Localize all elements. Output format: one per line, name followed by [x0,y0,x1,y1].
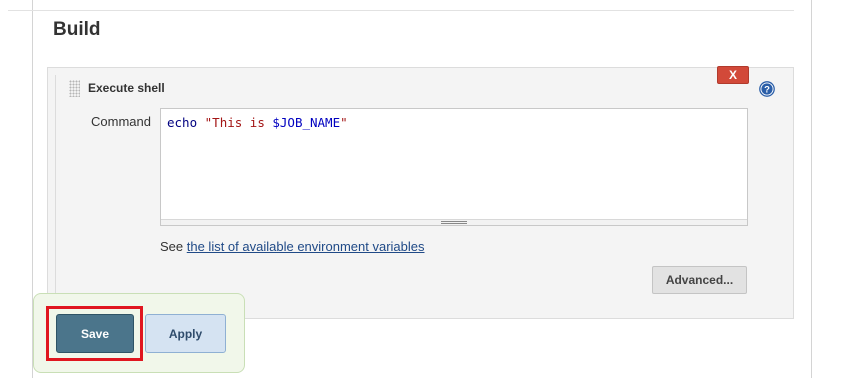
env-vars-hint: See the list of available environment va… [160,239,425,254]
drag-handle-icon[interactable] [69,80,80,97]
section-divider [8,10,794,11]
command-keyword: echo [167,115,198,130]
command-variable: $JOB_NAME [272,115,341,130]
env-vars-link[interactable]: the list of available environment variab… [187,239,425,254]
command-string-close: " [340,115,348,130]
section-title: Build [53,19,101,40]
command-text: echo "This is $JOB_NAME" [167,115,348,130]
save-highlight-box [46,306,143,361]
command-string-open: "This is [204,115,273,130]
command-textarea[interactable]: echo "This is $JOB_NAME" [160,108,748,226]
svg-text:?: ? [764,84,770,95]
help-icon[interactable]: ? [759,81,775,97]
resize-grip-icon [441,221,467,224]
step-panel-edge [55,75,56,315]
build-step-title: Execute shell [88,81,165,95]
command-space [197,115,205,130]
hint-prefix: See [160,239,187,254]
delete-step-button[interactable]: X [717,66,749,84]
command-label: Command [91,114,151,129]
advanced-button[interactable]: Advanced... [652,266,747,294]
apply-button[interactable]: Apply [145,314,226,353]
textarea-resize-handle[interactable] [161,219,747,225]
